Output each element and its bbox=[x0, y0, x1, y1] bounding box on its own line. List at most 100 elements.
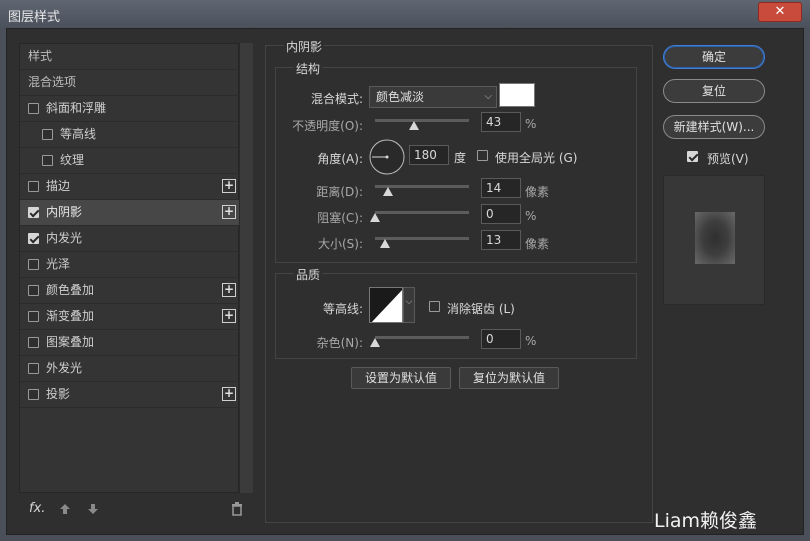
inner-glow-checkbox[interactable] bbox=[28, 233, 39, 244]
inner-glow-label: 内发光 bbox=[46, 231, 83, 245]
blend-mode-value: 颜色减淡 bbox=[376, 90, 425, 104]
set-default-button[interactable]: 设置为默认值 bbox=[351, 367, 451, 389]
style-item-outer-glow[interactable]: 外发光 bbox=[20, 356, 240, 382]
choke-slider-track[interactable] bbox=[375, 211, 469, 214]
pattern-overlay-label: 图案叠加 bbox=[46, 335, 95, 349]
distance-slider-thumb[interactable] bbox=[383, 187, 393, 196]
angle-input[interactable]: 180 bbox=[409, 145, 449, 165]
style-item-pattern-overlay[interactable]: 图案叠加 bbox=[20, 330, 240, 356]
blend-mode-label: 混合模式: bbox=[310, 92, 363, 106]
styles-bottom-bar: fx. bbox=[19, 499, 253, 521]
contour-checkbox[interactable] bbox=[42, 129, 53, 140]
bevel-emboss-checkbox[interactable] bbox=[28, 103, 39, 114]
inner-shadow-title: 内阴影 bbox=[284, 38, 325, 55]
contour-preview[interactable] bbox=[369, 287, 403, 323]
style-item-inner-shadow[interactable]: 内阴影 + bbox=[20, 200, 240, 226]
chevron-down-icon: ⌵ bbox=[484, 91, 492, 102]
drop-shadow-checkbox[interactable] bbox=[28, 389, 39, 400]
stroke-add-icon[interactable]: + bbox=[222, 179, 236, 193]
noise-slider-track[interactable] bbox=[375, 336, 469, 339]
distance-label: 距离(D): bbox=[316, 185, 363, 199]
size-slider-thumb[interactable] bbox=[380, 239, 390, 248]
noise-input[interactable]: 0 bbox=[481, 329, 521, 349]
styles-header[interactable]: 样式 bbox=[20, 44, 240, 70]
blend-options-item[interactable]: 混合选项 bbox=[20, 70, 240, 96]
inner-shadow-add-icon[interactable]: + bbox=[222, 205, 236, 219]
inner-shadow-checkbox[interactable] bbox=[28, 207, 39, 218]
drop-shadow-add-icon[interactable]: + bbox=[222, 387, 236, 401]
shadow-color-swatch[interactable] bbox=[499, 83, 535, 107]
distance-input[interactable]: 14 bbox=[481, 178, 521, 198]
gradient-overlay-checkbox[interactable] bbox=[28, 311, 39, 322]
preview-checkbox[interactable] bbox=[687, 151, 698, 162]
opacity-unit: % bbox=[525, 117, 537, 131]
noise-slider-thumb[interactable] bbox=[370, 338, 380, 347]
global-light-checkbox[interactable] bbox=[477, 150, 488, 161]
contour-dropdown-icon[interactable]: ⌵ bbox=[403, 287, 415, 323]
size-unit: 像素 bbox=[525, 237, 550, 251]
close-button[interactable]: ✕ bbox=[758, 2, 802, 22]
ok-button[interactable]: 确定 bbox=[663, 45, 765, 69]
quality-title: 品质 bbox=[294, 266, 323, 283]
style-item-stroke[interactable]: 描边 + bbox=[20, 174, 240, 200]
layer-style-dialog: 样式 混合选项 斜面和浮雕 等高线 纹理 描边 + 内阴影 + 内发光 光泽 颜… bbox=[6, 28, 804, 535]
style-item-bevel-emboss[interactable]: 斜面和浮雕 bbox=[20, 96, 240, 122]
size-label: 大小(S): bbox=[317, 237, 363, 251]
styles-list-panel: 样式 混合选项 斜面和浮雕 等高线 纹理 描边 + 内阴影 + 内发光 光泽 颜… bbox=[19, 43, 240, 493]
satin-checkbox[interactable] bbox=[28, 259, 39, 270]
opacity-input[interactable]: 43 bbox=[481, 112, 521, 132]
color-overlay-label: 颜色叠加 bbox=[46, 283, 95, 297]
new-style-button[interactable]: 新建样式(W)... bbox=[663, 115, 765, 139]
style-item-gradient-overlay[interactable]: 渐变叠加 + bbox=[20, 304, 240, 330]
satin-label: 光泽 bbox=[46, 257, 71, 271]
styles-list-scrollbar[interactable] bbox=[239, 43, 253, 493]
reset-button[interactable]: 复位 bbox=[663, 79, 765, 103]
gradient-overlay-label: 渐变叠加 bbox=[46, 309, 95, 323]
choke-slider-thumb[interactable] bbox=[370, 213, 380, 222]
contour-label: 等高线: bbox=[322, 302, 363, 316]
color-overlay-add-icon[interactable]: + bbox=[222, 283, 236, 297]
style-item-color-overlay[interactable]: 颜色叠加 + bbox=[20, 278, 240, 304]
inner-shadow-label: 内阴影 bbox=[46, 205, 83, 219]
style-item-inner-glow[interactable]: 内发光 bbox=[20, 226, 240, 252]
outer-glow-checkbox[interactable] bbox=[28, 363, 39, 374]
anti-alias-label: 消除锯齿 (L) bbox=[447, 302, 515, 316]
style-item-texture[interactable]: 纹理 bbox=[20, 148, 240, 174]
choke-label: 阻塞(C): bbox=[317, 211, 363, 225]
style-item-drop-shadow[interactable]: 投影 + bbox=[20, 382, 240, 408]
preview-thumbnail bbox=[695, 212, 735, 264]
gradient-overlay-add-icon[interactable]: + bbox=[222, 309, 236, 323]
choke-input[interactable]: 0 bbox=[481, 204, 521, 224]
choke-unit: % bbox=[525, 209, 537, 223]
blend-mode-select[interactable]: 颜色减淡 ⌵ bbox=[369, 86, 497, 108]
reset-default-button[interactable]: 复位为默认值 bbox=[459, 367, 559, 389]
contour-curve-icon bbox=[370, 288, 402, 322]
pattern-overlay-checkbox[interactable] bbox=[28, 337, 39, 348]
blend-options-label: 混合选项 bbox=[28, 75, 77, 89]
opacity-slider-track[interactable] bbox=[375, 119, 469, 122]
style-item-contour[interactable]: 等高线 bbox=[20, 122, 240, 148]
move-up-icon[interactable] bbox=[59, 503, 71, 515]
texture-label: 纹理 bbox=[60, 153, 85, 167]
outer-glow-label: 外发光 bbox=[46, 361, 83, 375]
noise-unit: % bbox=[525, 334, 537, 348]
opacity-slider-thumb[interactable] bbox=[409, 121, 419, 130]
size-input[interactable]: 13 bbox=[481, 230, 521, 250]
watermark-text: Liam赖俊鑫 bbox=[654, 510, 758, 532]
style-item-satin[interactable]: 光泽 bbox=[20, 252, 240, 278]
fx-icon[interactable]: fx. bbox=[29, 501, 45, 516]
structure-title: 结构 bbox=[294, 60, 323, 77]
distance-unit: 像素 bbox=[525, 185, 550, 199]
color-overlay-checkbox[interactable] bbox=[28, 285, 39, 296]
angle-dial-icon[interactable] bbox=[368, 138, 406, 176]
texture-checkbox[interactable] bbox=[42, 155, 53, 166]
trash-icon[interactable] bbox=[231, 502, 243, 516]
move-down-icon[interactable] bbox=[87, 503, 99, 515]
stroke-label: 描边 bbox=[46, 179, 71, 193]
preview-panel bbox=[663, 175, 765, 305]
stroke-checkbox[interactable] bbox=[28, 181, 39, 192]
preview-label: 预览(V) bbox=[707, 152, 749, 166]
drop-shadow-label: 投影 bbox=[46, 387, 71, 401]
title-bar: 图层样式 ✕ bbox=[0, 0, 810, 28]
anti-alias-checkbox[interactable] bbox=[429, 301, 440, 312]
